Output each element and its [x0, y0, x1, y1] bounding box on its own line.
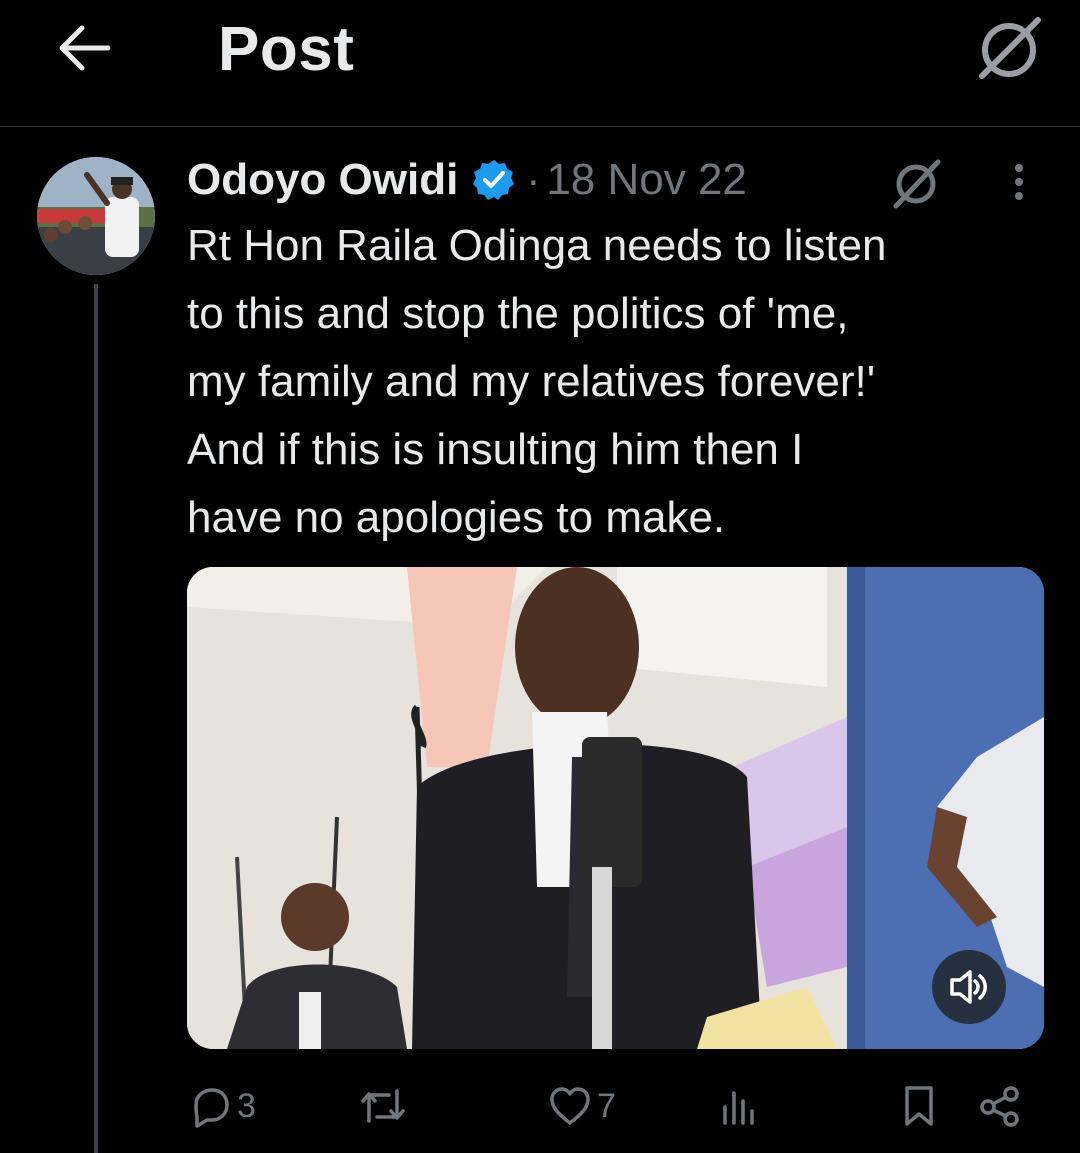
bookmark-icon	[905, 1086, 933, 1126]
share-icon	[980, 1086, 1019, 1127]
speaker-icon	[950, 970, 987, 1004]
arrow-left-icon	[59, 25, 111, 71]
mute-button[interactable]	[932, 950, 1006, 1024]
like-count: 7	[597, 1086, 616, 1125]
back-button[interactable]	[54, 20, 118, 76]
reply-icon	[194, 1088, 229, 1128]
video-player[interactable]	[187, 567, 1044, 1049]
reply-count: 3	[237, 1086, 256, 1125]
heart-icon	[550, 1087, 590, 1125]
avatar-photo	[37, 157, 155, 275]
post-date[interactable]: 18 Nov 22	[546, 155, 747, 205]
views-icon	[723, 1091, 754, 1125]
author-name[interactable]: Odoyo Owidi	[187, 155, 458, 205]
repost-button[interactable]	[357, 1076, 413, 1136]
more-button[interactable]	[1004, 158, 1034, 208]
views-button[interactable]	[719, 1076, 763, 1136]
reply-button[interactable]: 3	[187, 1076, 256, 1136]
repost-icon	[361, 1089, 405, 1123]
grok-icon	[979, 17, 1041, 79]
grok-button[interactable]	[974, 12, 1044, 82]
thread-line	[94, 284, 98, 1153]
top-bar: Post	[0, 0, 1080, 127]
post-text: Rt Hon Raila Odinga needs to listen to t…	[187, 221, 887, 542]
like-button[interactable]: 7	[547, 1076, 616, 1136]
post-header: Odoyo Owidi · 18 Nov 22	[187, 152, 747, 208]
avatar[interactable]	[37, 157, 155, 275]
video-frame	[187, 567, 1044, 1049]
page-title: Post	[218, 15, 355, 84]
share-button[interactable]	[977, 1076, 1023, 1136]
grok-button-post[interactable]	[886, 154, 950, 210]
bookmark-button[interactable]	[899, 1076, 939, 1136]
separator-dot: ·	[526, 156, 541, 203]
verified-badge-icon	[473, 160, 515, 200]
action-bar: 3 7	[187, 1076, 1037, 1136]
grok-icon	[893, 159, 941, 209]
more-vertical-icon	[1015, 164, 1023, 200]
